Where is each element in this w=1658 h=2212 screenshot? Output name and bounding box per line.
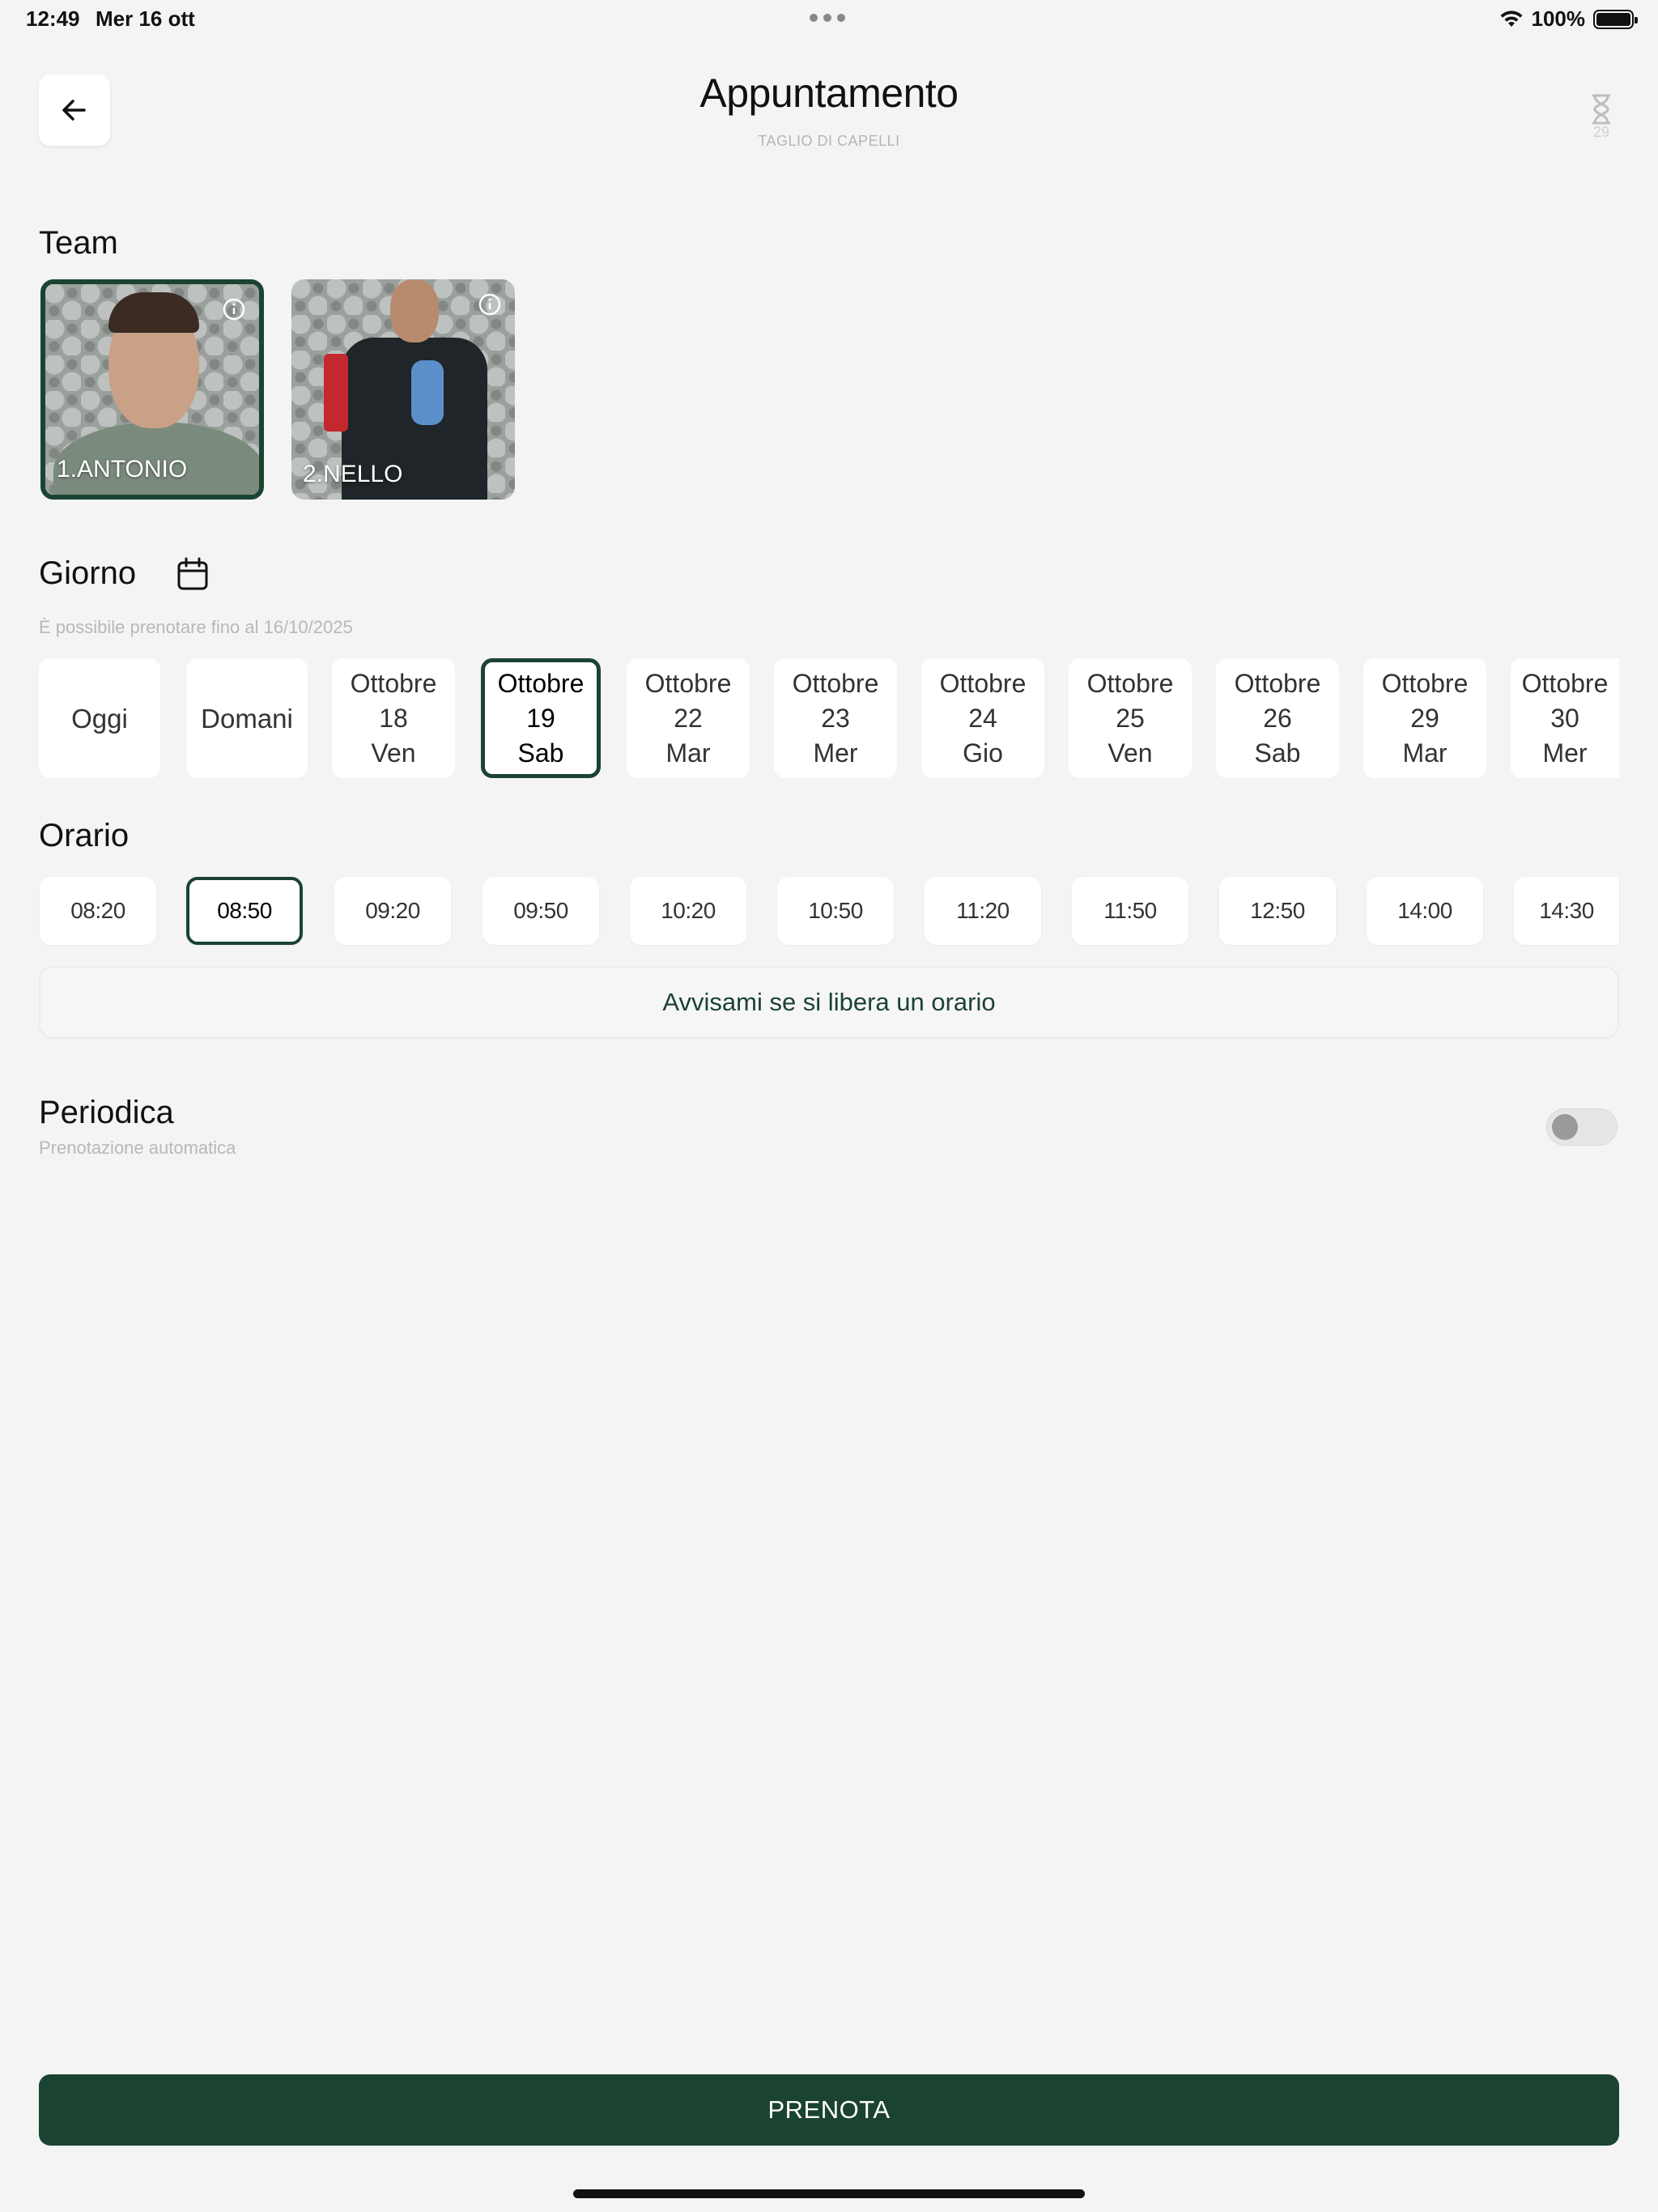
page-title: Appuntamento	[699, 70, 959, 116]
day-chip-domani[interactable]: Domani	[186, 658, 308, 778]
timer: 29	[1584, 93, 1619, 142]
day-weekday: Gio	[963, 738, 1003, 768]
day-weekday: Sab	[1254, 738, 1301, 768]
time-chip[interactable]: 14:30	[1514, 877, 1619, 945]
hourglass-icon	[1592, 94, 1610, 125]
time-chip[interactable]: 08:20	[40, 877, 156, 945]
notify-free-slot-button[interactable]: Avvisami se si libera un orario	[39, 966, 1619, 1039]
day-chip[interactable]: Ottobre 26 Sab	[1216, 658, 1339, 778]
time-chip[interactable]: 10:20	[630, 877, 746, 945]
team-section-title: Team	[39, 225, 118, 261]
team-member-nello[interactable]: 2.NELLO	[291, 279, 515, 500]
day-chip-oggi[interactable]: Oggi	[39, 658, 160, 778]
day-weekday: Mer	[813, 738, 858, 768]
periodic-subtitle: Prenotazione automatica	[39, 1138, 236, 1158]
day-weekday: Ven	[1107, 738, 1153, 768]
time-section-title: Orario	[39, 818, 130, 853]
wifi-icon	[1500, 10, 1522, 27]
time-chip[interactable]: 11:50	[1072, 877, 1188, 945]
day-chip[interactable]: Ottobre 18 Ven	[332, 658, 455, 778]
multitasking-dots-icon[interactable]	[810, 10, 848, 26]
booking-limit-hint: È possibile prenotare fino al 16/10/2025	[39, 617, 353, 637]
day-number: 29	[1410, 703, 1439, 733]
day-number: 22	[674, 703, 703, 733]
day-number: 24	[968, 703, 997, 733]
day-number: 18	[379, 703, 408, 733]
day-chip[interactable]: Ottobre 30 Mer	[1511, 658, 1619, 778]
timer-count: 29	[1592, 124, 1610, 140]
day-month: Ottobre	[1381, 668, 1469, 698]
day-month: Ottobre	[1234, 668, 1321, 698]
day-chip[interactable]: Ottobre 25 Ven	[1069, 658, 1192, 778]
day-month: Ottobre	[350, 668, 437, 698]
time-chip-selected[interactable]: 08:50	[186, 877, 303, 945]
status-indicators: 100%	[1499, 6, 1638, 32]
info-icon[interactable]	[222, 297, 246, 321]
day-number: 23	[821, 703, 850, 733]
day-weekday: Sab	[517, 738, 564, 768]
day-weekday: Mar	[665, 738, 711, 768]
day-weekday: Mer	[1542, 738, 1588, 768]
calendar-icon[interactable]	[176, 557, 209, 591]
time-chip[interactable]: 12:50	[1219, 877, 1336, 945]
day-section-title: Giorno	[39, 555, 137, 591]
time-chip[interactable]: 10:50	[777, 877, 894, 945]
periodic-toggle[interactable]	[1546, 1108, 1618, 1146]
time-chip[interactable]: 14:00	[1367, 877, 1483, 945]
day-number: 26	[1263, 703, 1292, 733]
book-button[interactable]: PRENOTA	[39, 2074, 1619, 2146]
day-month: Ottobre	[497, 668, 585, 698]
day-label: Domani	[201, 703, 293, 734]
day-chip[interactable]: Ottobre 24 Gio	[921, 658, 1044, 778]
day-weekday: Mar	[1402, 738, 1448, 768]
time-chip[interactable]: 11:20	[925, 877, 1041, 945]
day-weekday: Ven	[371, 738, 416, 768]
day-month: Ottobre	[939, 668, 1027, 698]
service-subtitle: TAGLIO DI CAPELLI	[758, 133, 900, 149]
day-number: 30	[1550, 703, 1579, 733]
status-time: 12:49	[26, 6, 80, 31]
team-member-antonio[interactable]: 1.ANTONIO	[40, 279, 264, 500]
toggle-knob	[1552, 1114, 1578, 1140]
info-icon[interactable]	[478, 292, 502, 317]
day-chip-selected[interactable]: Ottobre 19 Sab	[481, 658, 601, 778]
battery-percent: 100%	[1531, 6, 1586, 31]
day-month: Ottobre	[1521, 668, 1609, 698]
time-chip[interactable]: 09:50	[483, 877, 599, 945]
time-chip[interactable]: 09:20	[334, 877, 451, 945]
team-member-name: 2.NELLO	[303, 461, 403, 487]
day-chip[interactable]: Ottobre 29 Mar	[1363, 658, 1486, 778]
status-bar: 12:49 Mer 16 ott 100%	[0, 0, 1658, 39]
day-number: 25	[1116, 703, 1145, 733]
periodic-title: Periodica	[39, 1095, 174, 1130]
day-label: Oggi	[71, 703, 128, 734]
day-chip[interactable]: Ottobre 23 Mer	[774, 658, 897, 778]
day-chip[interactable]: Ottobre 22 Mar	[627, 658, 750, 778]
battery-icon	[1593, 9, 1638, 29]
status-date: Mer 16 ott	[96, 6, 195, 31]
day-month: Ottobre	[792, 668, 879, 698]
day-month: Ottobre	[644, 668, 732, 698]
team-member-name: 1.ANTONIO	[57, 456, 188, 483]
day-month: Ottobre	[1086, 668, 1174, 698]
home-indicator[interactable]	[573, 2189, 1085, 2198]
day-number: 19	[526, 703, 555, 733]
